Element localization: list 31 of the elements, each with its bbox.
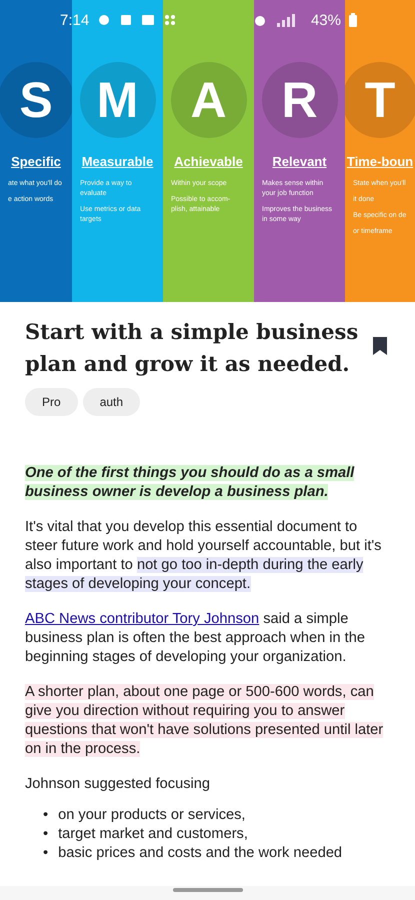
letter-circle: A bbox=[170, 62, 246, 138]
bullet-text: on your products or services, bbox=[58, 806, 246, 825]
letter-circle: M bbox=[80, 62, 156, 138]
bullet-marker: • bbox=[43, 806, 48, 825]
tag-chip[interactable]: Pro bbox=[25, 388, 78, 416]
paragraph: Johnson suggested focusing bbox=[25, 775, 211, 794]
tag-chip[interactable]: auth bbox=[82, 388, 140, 416]
paragraph: A shorter plan, about one page or 500-600 words, can give you direction without requiring you to answer questions that won't have solutions presented until later on in the process. bbox=[25, 683, 384, 759]
bookmark-icon[interactable] bbox=[372, 336, 388, 356]
paragraph: It's vital that you develop this essential document to steer future work and hold yourself accountable, but it's also important to not go too in-depth during the early stages of developing your concept. bbox=[25, 518, 382, 594]
column-title: Specific bbox=[11, 154, 61, 169]
battery-icon bbox=[349, 13, 357, 27]
letter-circle: S bbox=[0, 62, 72, 138]
column-title: Relevant bbox=[272, 154, 327, 169]
bullet-text: basic prices and costs and the work needed bbox=[58, 844, 342, 863]
paragraph: ABC News contributor Tory Johnson said a simple business plan is often the best approach when in the beginning stages of developing your organization. bbox=[25, 610, 366, 667]
grid-icon bbox=[163, 13, 178, 27]
article-title: Start with a simple business plan and grow it as needed. bbox=[25, 318, 360, 378]
article-link[interactable]: ABC News contributor Tory Johnson bbox=[25, 611, 260, 627]
column-title: Measurable bbox=[82, 154, 154, 169]
column-title: Achievable bbox=[174, 154, 243, 169]
status-time: 7:14 bbox=[60, 12, 90, 28]
bullet-marker: • bbox=[43, 844, 48, 863]
paragraph: One of the first things you should do as a small business owner is develop a business plan. bbox=[25, 464, 356, 502]
battery-percent: 43% bbox=[310, 12, 341, 28]
gesture-handle[interactable] bbox=[172, 888, 242, 892]
letter-circle: R bbox=[262, 62, 338, 138]
letter-circle: T bbox=[345, 62, 415, 138]
bullet-marker: • bbox=[43, 825, 48, 844]
column-title: Time-boun bbox=[346, 154, 414, 169]
bullet-text: target market and customers, bbox=[58, 825, 248, 844]
